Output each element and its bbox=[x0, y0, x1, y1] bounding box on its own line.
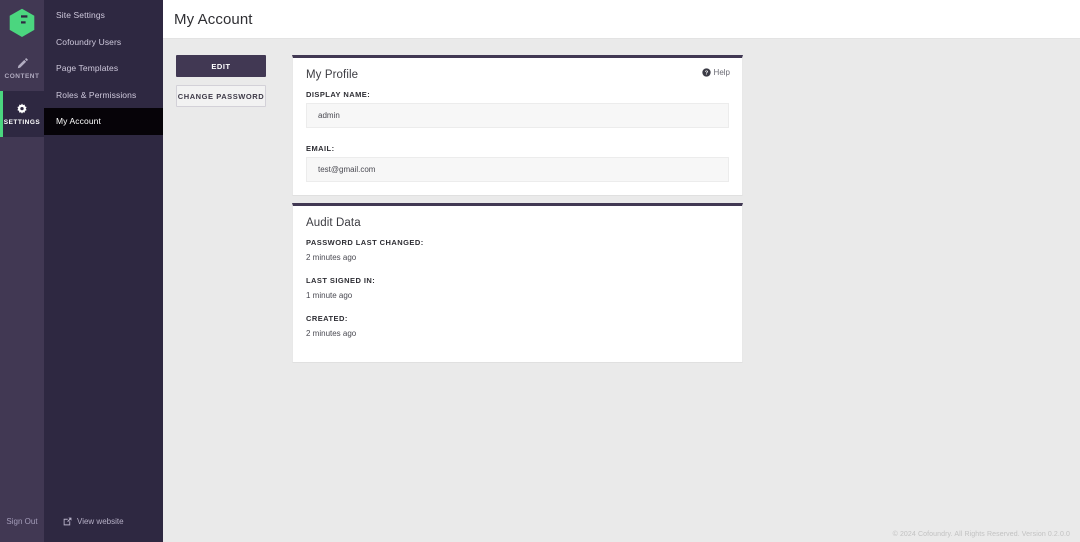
action-button-column: Edit Change Password bbox=[176, 55, 266, 115]
password-last-changed-value: 2 minutes ago bbox=[306, 253, 357, 262]
email-value: test@gmail.com bbox=[306, 157, 729, 182]
sidebar-item-roles-permissions[interactable]: Roles & Permissions bbox=[44, 82, 163, 109]
sign-out-button[interactable]: Sign Out bbox=[0, 500, 44, 542]
side-menu: Site Settings Cofoundry Users Page Templ… bbox=[44, 0, 163, 542]
last-signed-in-label: Last Signed In: bbox=[306, 276, 376, 285]
content-area: Edit Change Password ? bbox=[163, 39, 1080, 542]
view-website-link[interactable]: View website bbox=[44, 500, 163, 542]
cofoundry-hexagon-logo-icon bbox=[9, 8, 35, 37]
panel-column: ? Help My Profile Display Name: admin Em… bbox=[292, 55, 743, 363]
created-value: 2 minutes ago bbox=[306, 329, 357, 338]
icon-rail: Content Settings Sign Out bbox=[0, 0, 44, 542]
svg-text:?: ? bbox=[704, 71, 708, 77]
my-profile-panel: ? Help My Profile Display Name: admin Em… bbox=[292, 55, 743, 196]
display-name-value: admin bbox=[306, 103, 729, 128]
display-name-label: Display Name: bbox=[306, 90, 371, 99]
view-website-label: View website bbox=[77, 516, 124, 526]
app-logo[interactable] bbox=[0, 0, 44, 45]
audit-panel-title: Audit Data bbox=[306, 217, 361, 229]
page-header: My Account bbox=[163, 0, 1080, 39]
audit-row-password-last-changed: Password Last Changed: 2 minutes ago bbox=[306, 238, 729, 262]
audit-row-created: Created: 2 minutes ago bbox=[306, 314, 729, 338]
gear-icon bbox=[15, 102, 29, 117]
main-region: My Account Edit Change Password bbox=[163, 0, 1080, 542]
pencil-icon bbox=[16, 56, 29, 71]
sidebar-label-cofoundry-users: Cofoundry Users bbox=[56, 36, 122, 47]
sidebar-item-page-templates[interactable]: Page Templates bbox=[44, 55, 163, 82]
rail-label-settings: Settings bbox=[3, 119, 41, 126]
password-last-changed-label: Password Last Changed: bbox=[306, 238, 424, 247]
sidebar-item-cofoundry-users[interactable]: Cofoundry Users bbox=[44, 29, 163, 56]
last-signed-in-value: 1 minute ago bbox=[306, 291, 353, 300]
sidebar-label-roles-permissions: Roles & Permissions bbox=[56, 89, 137, 100]
admin-app-window: Content Settings Sign Out Site Settings … bbox=[0, 0, 1080, 542]
sidebar-item-site-settings[interactable]: Site Settings bbox=[44, 2, 163, 29]
profile-panel-title: My Profile bbox=[306, 69, 359, 81]
external-link-icon bbox=[63, 517, 72, 526]
question-circle-icon: ? bbox=[701, 68, 711, 77]
rail-label-content: Content bbox=[4, 73, 40, 80]
edit-button[interactable]: Edit bbox=[176, 55, 266, 77]
sign-out-label: Sign Out bbox=[6, 516, 38, 526]
sidebar-label-page-templates: Page Templates bbox=[56, 63, 119, 74]
sidebar-label-my-account: My Account bbox=[56, 116, 101, 127]
app-footer: © 2024 Cofoundry. All Rights Reserved. V… bbox=[163, 526, 1080, 542]
rail-item-content[interactable]: Content bbox=[0, 45, 44, 91]
copyright-text: © 2024 Cofoundry. All Rights Reserved. V… bbox=[892, 530, 1070, 538]
sidebar-label-site-settings: Site Settings bbox=[56, 10, 106, 21]
help-label: Help bbox=[713, 68, 730, 77]
page-title: My Account bbox=[174, 10, 253, 28]
email-label: Email: bbox=[306, 144, 335, 153]
audit-row-last-signed-in: Last Signed In: 1 minute ago bbox=[306, 276, 729, 300]
rail-item-settings[interactable]: Settings bbox=[0, 91, 44, 137]
help-link[interactable]: ? Help bbox=[701, 68, 730, 77]
audit-data-panel: Audit Data Password Last Changed: 2 minu… bbox=[292, 203, 743, 363]
created-label: Created: bbox=[306, 314, 348, 323]
sidebar-item-my-account[interactable]: My Account bbox=[44, 108, 163, 135]
change-password-button[interactable]: Change Password bbox=[176, 85, 266, 107]
